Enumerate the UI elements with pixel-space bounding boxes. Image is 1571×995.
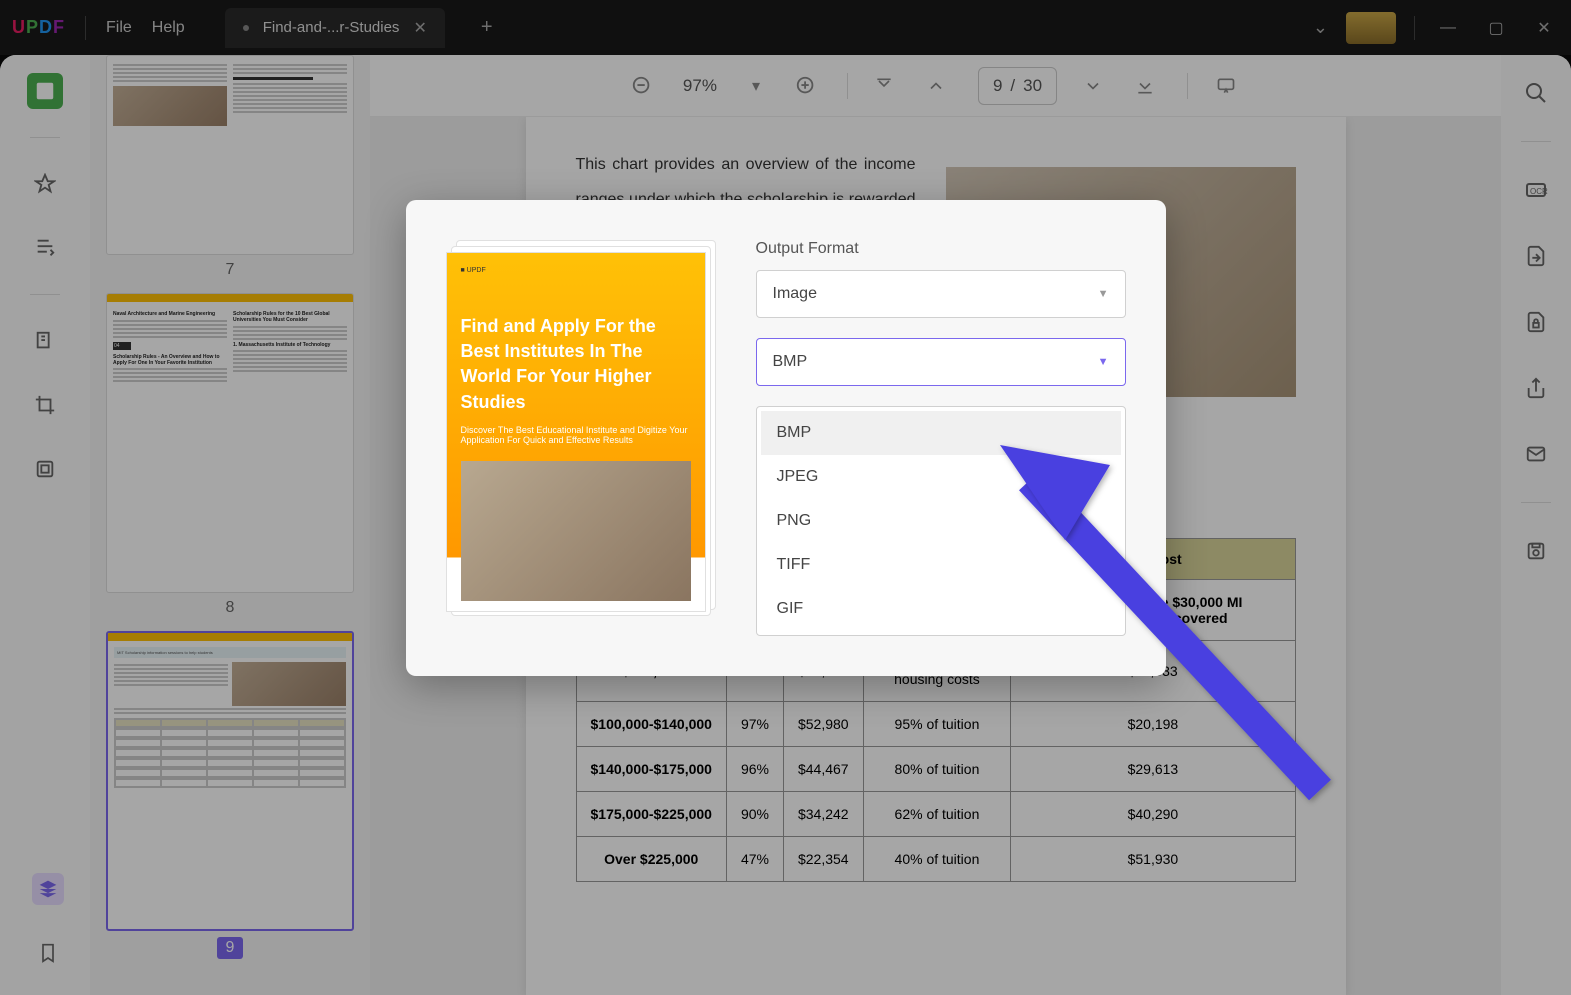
dialog-form: Output Format Image ▼ BMP ▼ BMP JPEG PNG… (756, 240, 1126, 636)
preview-title: Find and Apply For the Best Institutes I… (461, 314, 691, 415)
format-dropdown: BMP JPEG PNG TIFF GIF (756, 406, 1126, 636)
output-format-label: Output Format (756, 240, 1126, 258)
modal-overlay: ■ UPDF Find and Apply For the Best Insti… (0, 0, 1571, 995)
preview-thumbnail: ■ UPDF Find and Apply For the Best Insti… (446, 240, 716, 620)
format-option-bmp[interactable]: BMP (761, 411, 1121, 455)
chevron-down-icon: ▼ (1098, 288, 1109, 300)
format-option-tiff[interactable]: TIFF (761, 543, 1121, 587)
format-option-gif[interactable]: GIF (761, 587, 1121, 631)
chevron-down-icon: ▼ (1098, 356, 1109, 368)
format-option-jpeg[interactable]: JPEG (761, 455, 1121, 499)
output-format-select[interactable]: Image ▼ (756, 270, 1126, 318)
export-dialog: ■ UPDF Find and Apply For the Best Insti… (406, 200, 1166, 676)
select-value: BMP (773, 353, 808, 371)
image-format-select[interactable]: BMP ▼ (756, 338, 1126, 386)
select-value: Image (773, 285, 817, 303)
preview-image (461, 461, 691, 601)
format-option-png[interactable]: PNG (761, 499, 1121, 543)
preview-subtitle: Discover The Best Educational Institute … (461, 425, 691, 445)
